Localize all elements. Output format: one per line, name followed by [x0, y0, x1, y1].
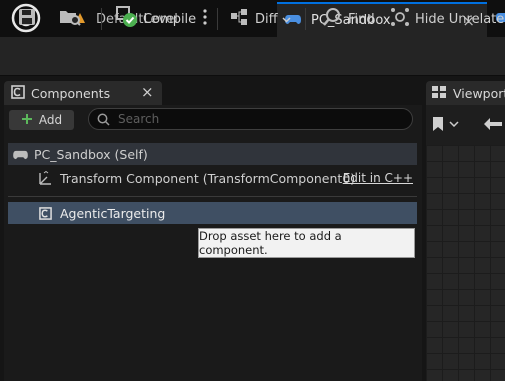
component-icon [11, 85, 25, 103]
component-row-agentic-targeting[interactable]: AgenticTargeting [8, 202, 417, 224]
toolbar [0, 37, 505, 76]
transform-component-label: Transform Component (TransformComponent0… [60, 170, 356, 186]
toolbar-separator [217, 8, 218, 30]
chevron-down-icon [282, 12, 291, 27]
arrow-left-icon[interactable] [482, 117, 502, 135]
components-divider [8, 196, 417, 197]
component-root-row[interactable]: PC_Sandbox (Self) [8, 143, 417, 165]
chevron-down-icon [449, 121, 459, 127]
component-icon [39, 206, 52, 220]
find-label: Find [348, 11, 375, 27]
search-icon [97, 113, 110, 126]
hide-unrelated-icon [390, 7, 410, 31]
browse-folder-icon [59, 7, 81, 31]
bookmark-dropdown-button[interactable] [432, 116, 459, 132]
components-search-field[interactable] [88, 108, 413, 130]
edit-in-cpp-link[interactable]: Edit in C++ [343, 171, 413, 185]
compile-button[interactable]: Compile [116, 0, 200, 38]
components-panel-title: Components [31, 86, 111, 101]
add-label: Add [38, 113, 63, 127]
component-root-label: PC_Sandbox (Self) [34, 146, 148, 162]
save-icon [18, 8, 36, 30]
compile-options-button[interactable] [200, 0, 210, 38]
toolbar-separator [101, 8, 102, 30]
find-icon [322, 7, 342, 31]
find-button[interactable]: Find [322, 0, 377, 38]
transform-icon [38, 170, 53, 186]
viewport-icon [432, 86, 446, 102]
hide-unrelated-button[interactable]: Hide Unrelated [390, 0, 505, 38]
diff-button[interactable]: Diff [230, 0, 292, 38]
plus-icon [21, 113, 33, 128]
drop-asset-tooltip: Drop asset here to add a component. [198, 228, 415, 258]
component-row-transform[interactable]: Transform Component (TransformComponent0… [8, 167, 417, 189]
close-icon[interactable]: × [141, 83, 154, 101]
search-input[interactable] [118, 112, 398, 126]
gamepad-icon [13, 149, 28, 160]
viewport-grid[interactable] [426, 145, 505, 381]
viewport-title: Viewport [453, 86, 505, 101]
browse-button[interactable] [56, 0, 84, 38]
compile-status-icon [116, 6, 138, 32]
diff-label: Diff [255, 11, 278, 27]
bookmark-icon [432, 116, 444, 132]
more-vertical-icon [203, 9, 207, 29]
toolbar-separator [305, 8, 306, 30]
agentic-targeting-label: AgenticTargeting [60, 205, 166, 221]
hide-unrelated-label: Hide Unrelated [415, 11, 505, 27]
add-component-button[interactable]: Add [9, 110, 74, 130]
save-button[interactable] [14, 0, 40, 38]
diff-icon [230, 7, 250, 31]
compile-label: Compile [143, 11, 197, 27]
